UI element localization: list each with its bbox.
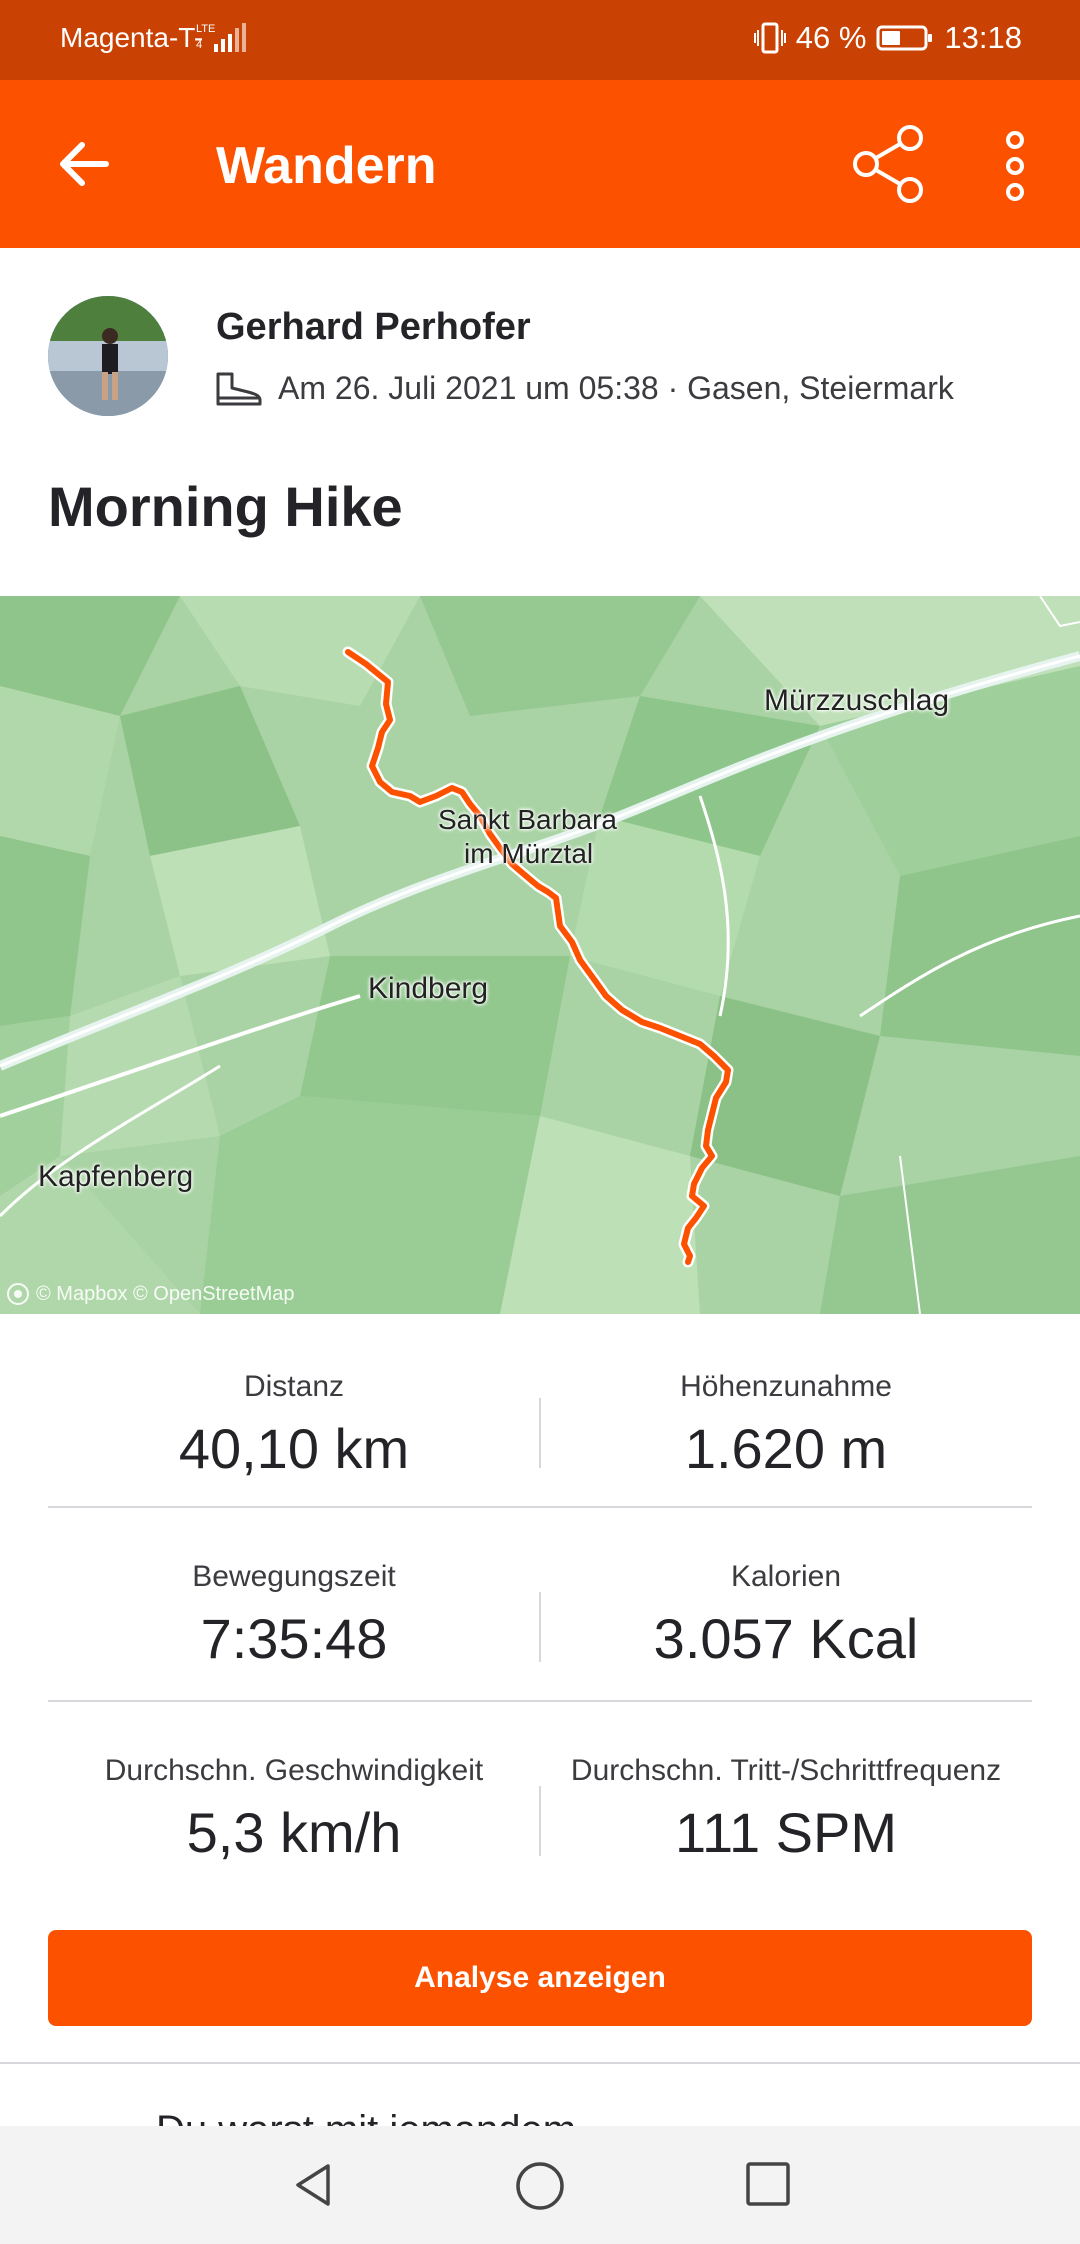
stat-value: 5,3 km/h [186,1801,402,1864]
mapbox-logo-icon [7,1283,29,1305]
map-label-sankt-barbara: Sankt Barbara [438,804,617,835]
app-bar: Wandern [0,80,1080,248]
map-label-kapfenberg: Kapfenberg [38,1160,194,1193]
stat-avg-speed: Durchschn. Geschwindigkeit 5,3 km/h [48,1702,540,1865]
activity-meta: Am 26. Juli 2021 um 05:38 · Gasen, Steie… [214,368,954,408]
stat-moving-time: Bewegungszeit 7:35:48 [48,1508,540,1671]
stats-row: Durchschn. Geschwindigkeit 5,3 km/h Durc… [48,1702,1032,1896]
nav-recents-icon[interactable] [744,2160,792,2208]
stat-label: Höhenzunahme [680,1370,892,1403]
nav-home-icon[interactable] [514,2160,566,2212]
stat-distance: Distanz 40,10 km [48,1314,540,1481]
more-vertical-icon[interactable] [990,126,1040,206]
stat-value: 1.620 m [684,1417,888,1480]
analyse-button[interactable]: Analyse anzeigen [48,1930,1032,2026]
athlete-name[interactable]: Gerhard Perhofer [216,306,531,349]
vibrate-icon [753,22,786,54]
hiking-boot-icon [216,372,262,406]
stat-label: Durchschn. Geschwindigkeit [104,1754,484,1787]
map-label-muerzzuschlag: Mürzzuschlag [764,684,950,717]
stat-value: 7:35:48 [200,1607,388,1670]
stat-elevation-gain: Höhenzunahme 1.620 m [540,1314,1032,1481]
stat-value: 40,10 km [178,1417,410,1480]
stat-avg-cadence: Durchschn. Tritt-/Schrittfrequenz 111 SP… [540,1702,1032,1865]
map-attribution-text: © Mapbox © OpenStreetMap [36,1282,295,1305]
stat-value: 111 SPM [674,1801,898,1864]
stat-label: Bewegungszeit [192,1560,396,1593]
stat-value: 3.057 Kcal [653,1607,919,1670]
map-label-muerztal: im Mürztal [464,838,594,869]
system-nav-bar [0,2126,1080,2244]
stats-grid: Distanz 40,10 km Höhenzunahme 1.620 m Be… [48,1314,1032,1896]
map-attribution[interactable]: © Mapbox © OpenStreetMap [6,1282,295,1306]
stat-label: Distanz [243,1370,345,1403]
route-map[interactable]: Mürzzuschlag Sankt Barbara im Mürztal Ki… [0,596,1080,1314]
stats-row: Bewegungszeit 7:35:48 Kalorien 3.057 Kca… [48,1508,1032,1702]
battery-percent: 46 % [795,20,867,55]
svg-text:4: 4 [196,39,202,51]
stats-row: Distanz 40,10 km Höhenzunahme 1.620 m [48,1314,1032,1508]
page-title: Wandern [216,137,437,195]
share-icon[interactable] [848,124,928,204]
athlete-header[interactable]: Gerhard Perhofer Am 26. Juli 2021 um 05:… [48,296,1048,420]
signal-icon: LTE 4 [196,23,246,52]
activity-date-location: Am 26. Juli 2021 um 05:38 · Gasen, Steie… [278,369,954,406]
activity-title: Morning Hike [48,475,403,538]
nav-back-icon[interactable] [288,2160,338,2210]
avatar-photo [48,296,168,416]
divider [0,2062,1080,2064]
arrow-left-icon[interactable] [50,130,118,198]
stat-calories: Kalorien 3.057 Kcal [540,1508,1032,1671]
map-label-kindberg: Kindberg [368,972,489,1005]
status-right: 46 % 13:18 [753,20,1022,56]
avatar[interactable] [48,296,168,416]
carrier-name: Magenta-T- [60,22,204,53]
network-type: LTE [196,23,215,35]
stat-label: Durchschn. Tritt-/Schrittfrequenz [570,1754,1002,1787]
clock: 13:18 [944,20,1022,55]
battery-icon [876,25,933,51]
stat-label: Kalorien [730,1560,842,1593]
status-bar: Magenta-T- LTE 4 46 % 13:18 [0,0,1080,80]
